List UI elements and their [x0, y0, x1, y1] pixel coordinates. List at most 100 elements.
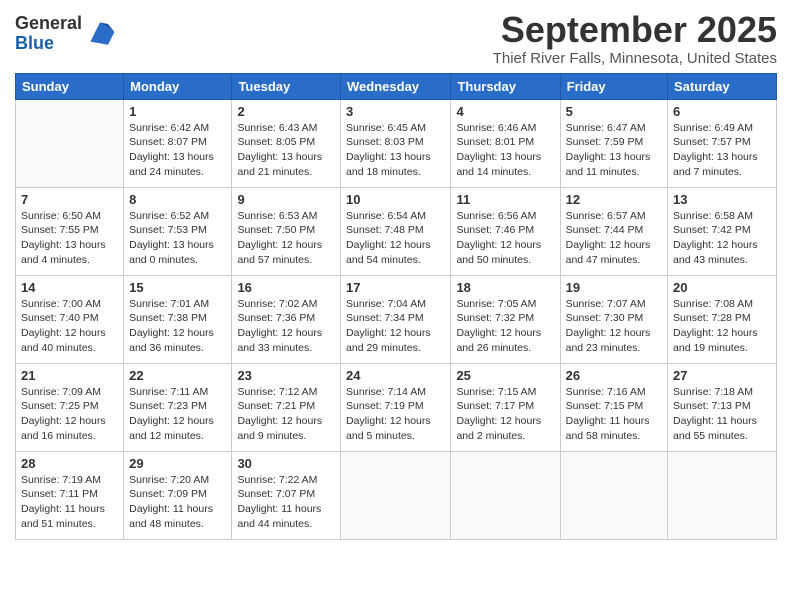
day-header-wednesday: Wednesday: [341, 73, 451, 99]
calendar-cell: [668, 451, 777, 539]
day-info: Sunrise: 6:58 AMSunset: 7:42 PMDaylight:…: [673, 209, 771, 268]
day-number: 13: [673, 192, 771, 207]
day-number: 27: [673, 368, 771, 383]
day-number: 4: [456, 104, 554, 119]
day-info: Sunrise: 6:45 AMSunset: 8:03 PMDaylight:…: [346, 121, 445, 180]
calendar-cell: 27 Sunrise: 7:18 AMSunset: 7:13 PMDayligh…: [668, 363, 777, 451]
day-info: Sunrise: 7:19 AMSunset: 7:11 PMDaylight:…: [21, 473, 118, 532]
day-info: Sunrise: 6:56 AMSunset: 7:46 PMDaylight:…: [456, 209, 554, 268]
calendar-cell: 15 Sunrise: 7:01 AMSunset: 7:38 PMDayligh…: [124, 275, 232, 363]
day-info: Sunrise: 7:22 AMSunset: 7:07 PMDaylight:…: [237, 473, 335, 532]
calendar-week-row: 21Sunrise: 7:09 AMSunset: 7:25 PMDayligh…: [16, 363, 777, 451]
calendar-cell: 14 Sunrise: 7:00 AMSunset: 7:40 PMDayligh…: [16, 275, 124, 363]
calendar-cell: [341, 451, 451, 539]
day-info: Sunrise: 7:08 AMSunset: 7:28 PMDaylight:…: [673, 297, 771, 356]
day-number: 30: [237, 456, 335, 471]
day-info: Sunrise: 7:01 AMSunset: 7:38 PMDaylight:…: [129, 297, 226, 356]
day-number: 15: [129, 280, 226, 295]
calendar-cell: 5Sunrise: 6:47 AMSunset: 7:59 PMDaylight…: [560, 99, 667, 187]
calendar-cell: 4Sunrise: 6:46 AMSunset: 8:01 PMDaylight…: [451, 99, 560, 187]
calendar-cell: 1 Sunrise: 6:42 AMSunset: 8:07 PMDaylight…: [124, 99, 232, 187]
day-number: 26: [566, 368, 662, 383]
day-info: Sunrise: 7:12 AMSunset: 7:21 PMDaylight:…: [237, 385, 335, 444]
day-header-friday: Friday: [560, 73, 667, 99]
calendar-cell: 22Sunrise: 7:11 AMSunset: 7:23 PMDayligh…: [124, 363, 232, 451]
day-info: Sunrise: 6:54 AMSunset: 7:48 PMDaylight:…: [346, 209, 445, 268]
day-info: Sunrise: 6:43 AMSunset: 8:05 PMDaylight:…: [237, 121, 335, 180]
calendar-cell: 30 Sunrise: 7:22 AMSunset: 7:07 PMDayligh…: [232, 451, 341, 539]
day-number: 16: [237, 280, 335, 295]
day-info: Sunrise: 6:49 AMSunset: 7:57 PMDaylight:…: [673, 121, 771, 180]
calendar-cell: 24 Sunrise: 7:14 AMSunset: 7:19 PMDayligh…: [341, 363, 451, 451]
logo-icon: [84, 16, 116, 48]
calendar-cell: 28 Sunrise: 7:19 AMSunset: 7:11 PMDayligh…: [16, 451, 124, 539]
day-number: 11: [456, 192, 554, 207]
calendar-cell: 9Sunrise: 6:53 AMSunset: 7:50 PMDaylight…: [232, 187, 341, 275]
day-header-thursday: Thursday: [451, 73, 560, 99]
calendar-cell: 8Sunrise: 6:52 AMSunset: 7:53 PMDaylight…: [124, 187, 232, 275]
calendar-cell: 2 Sunrise: 6:43 AMSunset: 8:05 PMDaylight…: [232, 99, 341, 187]
title-block: September 2025 Thief River Falls, Minnes…: [493, 10, 777, 67]
day-number: 3: [346, 104, 445, 119]
calendar-cell: 26 Sunrise: 7:16 AMSunset: 7:15 PMDayligh…: [560, 363, 667, 451]
calendar-cell: 18 Sunrise: 7:05 AMSunset: 7:32 PMDayligh…: [451, 275, 560, 363]
day-info: Sunrise: 6:52 AMSunset: 7:53 PMDaylight:…: [129, 209, 226, 268]
day-number: 14: [21, 280, 118, 295]
calendar-cell: [560, 451, 667, 539]
calendar-cell: 10Sunrise: 6:54 AMSunset: 7:48 PMDayligh…: [341, 187, 451, 275]
day-info: Sunrise: 6:42 AMSunset: 8:07 PMDaylight:…: [129, 121, 226, 180]
calendar-cell: 21Sunrise: 7:09 AMSunset: 7:25 PMDayligh…: [16, 363, 124, 451]
calendar-cell: 13 Sunrise: 6:58 AMSunset: 7:42 PMDayligh…: [668, 187, 777, 275]
calendar-header-row: SundayMondayTuesdayWednesdayThursdayFrid…: [16, 73, 777, 99]
calendar-cell: 25 Sunrise: 7:15 AMSunset: 7:17 PMDayligh…: [451, 363, 560, 451]
day-number: 9: [237, 192, 335, 207]
day-info: Sunrise: 7:18 AMSunset: 7:13 PMDaylight:…: [673, 385, 771, 444]
day-number: 23: [237, 368, 335, 383]
day-number: 19: [566, 280, 662, 295]
calendar-cell: 17Sunrise: 7:04 AMSunset: 7:34 PMDayligh…: [341, 275, 451, 363]
day-header-sunday: Sunday: [16, 73, 124, 99]
day-info: Sunrise: 7:16 AMSunset: 7:15 PMDaylight:…: [566, 385, 662, 444]
day-info: Sunrise: 7:14 AMSunset: 7:19 PMDaylight:…: [346, 385, 445, 444]
day-number: 17: [346, 280, 445, 295]
logo: General Blue: [15, 14, 116, 54]
calendar-week-row: 7 Sunrise: 6:50 AMSunset: 7:55 PMDaylight…: [16, 187, 777, 275]
day-header-tuesday: Tuesday: [232, 73, 341, 99]
day-number: 29: [129, 456, 226, 471]
day-header-monday: Monday: [124, 73, 232, 99]
day-number: 22: [129, 368, 226, 383]
day-info: Sunrise: 7:00 AMSunset: 7:40 PMDaylight:…: [21, 297, 118, 356]
day-number: 21: [21, 368, 118, 383]
calendar-cell: [451, 451, 560, 539]
day-number: 1: [129, 104, 226, 119]
day-number: 7: [21, 192, 118, 207]
calendar-cell: 11 Sunrise: 6:56 AMSunset: 7:46 PMDayligh…: [451, 187, 560, 275]
day-number: 20: [673, 280, 771, 295]
calendar-cell: 6 Sunrise: 6:49 AMSunset: 7:57 PMDaylight…: [668, 99, 777, 187]
day-number: 5: [566, 104, 662, 119]
calendar-cell: 3 Sunrise: 6:45 AMSunset: 8:03 PMDaylight…: [341, 99, 451, 187]
day-info: Sunrise: 7:15 AMSunset: 7:17 PMDaylight:…: [456, 385, 554, 444]
calendar-week-row: 14 Sunrise: 7:00 AMSunset: 7:40 PMDayligh…: [16, 275, 777, 363]
day-info: Sunrise: 6:50 AMSunset: 7:55 PMDaylight:…: [21, 209, 118, 268]
day-info: Sunrise: 7:20 AMSunset: 7:09 PMDaylight:…: [129, 473, 226, 532]
day-number: 24: [346, 368, 445, 383]
calendar-week-row: 28 Sunrise: 7:19 AMSunset: 7:11 PMDayligh…: [16, 451, 777, 539]
calendar-cell: 29 Sunrise: 7:20 AMSunset: 7:09 PMDayligh…: [124, 451, 232, 539]
day-number: 25: [456, 368, 554, 383]
day-info: Sunrise: 7:02 AMSunset: 7:36 PMDaylight:…: [237, 297, 335, 356]
calendar-cell: 23 Sunrise: 7:12 AMSunset: 7:21 PMDayligh…: [232, 363, 341, 451]
day-info: Sunrise: 7:05 AMSunset: 7:32 PMDaylight:…: [456, 297, 554, 356]
calendar-cell: 16 Sunrise: 7:02 AMSunset: 7:36 PMDayligh…: [232, 275, 341, 363]
day-number: 6: [673, 104, 771, 119]
day-number: 28: [21, 456, 118, 471]
logo-general-text: General: [15, 14, 82, 34]
calendar-cell: 19 Sunrise: 7:07 AMSunset: 7:30 PMDayligh…: [560, 275, 667, 363]
day-number: 2: [237, 104, 335, 119]
calendar-week-row: 1 Sunrise: 6:42 AMSunset: 8:07 PMDaylight…: [16, 99, 777, 187]
day-info: Sunrise: 6:57 AMSunset: 7:44 PMDaylight:…: [566, 209, 662, 268]
page-header: General Blue September 2025 Thief River …: [15, 10, 777, 67]
day-info: Sunrise: 7:07 AMSunset: 7:30 PMDaylight:…: [566, 297, 662, 356]
day-number: 18: [456, 280, 554, 295]
calendar-cell: 7 Sunrise: 6:50 AMSunset: 7:55 PMDaylight…: [16, 187, 124, 275]
